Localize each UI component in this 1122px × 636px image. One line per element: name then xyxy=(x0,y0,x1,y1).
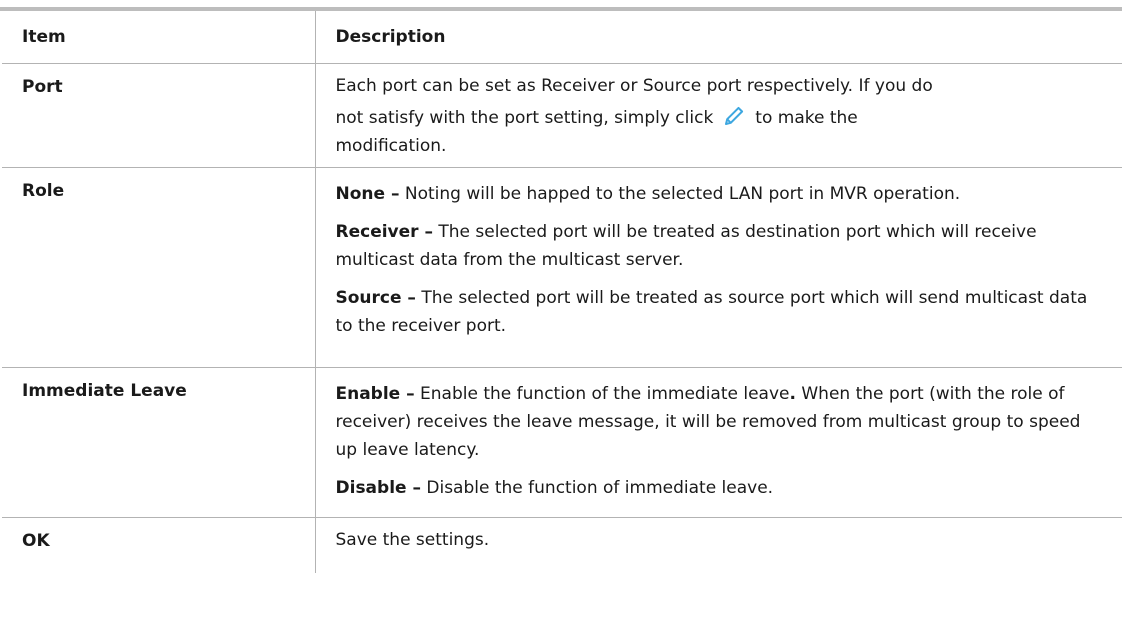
description-immediate-leave: Enable – Enable the function of the imme… xyxy=(315,367,1122,518)
disable-text: Disable the function of immediate leave. xyxy=(420,478,774,498)
item-immediate-leave: Immediate Leave xyxy=(2,367,316,518)
role-source-text: The selected port will be treated as sou… xyxy=(335,288,1088,336)
enable-term: Enable – xyxy=(335,384,415,404)
immediate-leave-enable: Enable – Enable the function of the imme… xyxy=(336,380,1105,464)
item-port: Port xyxy=(2,63,316,168)
item-role: Role xyxy=(2,167,316,368)
description-table: Item Description Port Each port can be s… xyxy=(2,11,1122,573)
item-ok: OK xyxy=(2,517,316,573)
table-header-row: Item Description xyxy=(2,11,1122,64)
role-receiver-text: The selected port will be treated as des… xyxy=(335,222,1037,270)
port-line-1: Each port can be set as Receiver or Sour… xyxy=(335,76,933,96)
description-role: None – Noting will be happed to the sele… xyxy=(315,167,1122,368)
immediate-leave-disable: Disable – Disable the function of immedi… xyxy=(336,474,1105,502)
role-source-term: Source – xyxy=(335,288,416,308)
description-ok: Save the settings. xyxy=(335,530,490,550)
role-none-term: None – xyxy=(335,184,400,204)
role-none-text: Noting will be happed to the selected LA… xyxy=(399,184,961,204)
role-receiver-term: Receiver – xyxy=(335,222,433,242)
table-row: Role None – Noting will be happed to the… xyxy=(2,167,1122,368)
header-description: Description xyxy=(315,11,1122,64)
role-none: None – Noting will be happed to the sele… xyxy=(336,180,1105,208)
port-line-2-after: to make the xyxy=(755,108,858,128)
enable-text: Enable the function of the immediate lea… xyxy=(414,384,790,404)
description-port: Each port can be set as Receiver or Sour… xyxy=(315,63,1122,168)
table-row: Immediate Leave Enable – Enable the func… xyxy=(2,367,1122,518)
table-row: OK Save the settings. xyxy=(2,517,1122,573)
port-line-2-before: not satisfy with the port setting, simpl… xyxy=(335,108,714,128)
port-line-2: not satisfy with the port setting, simpl… xyxy=(336,104,1105,136)
header-item: Item xyxy=(2,11,316,64)
pencil-edit-icon xyxy=(723,105,745,136)
role-receiver: Receiver – The selected port will be tre… xyxy=(336,218,1105,274)
table-row: Port Each port can be set as Receiver or… xyxy=(2,63,1122,168)
role-source: Source – The selected port will be treat… xyxy=(336,284,1105,340)
port-line-3: modification. xyxy=(335,136,447,156)
disable-term: Disable – xyxy=(335,478,421,498)
